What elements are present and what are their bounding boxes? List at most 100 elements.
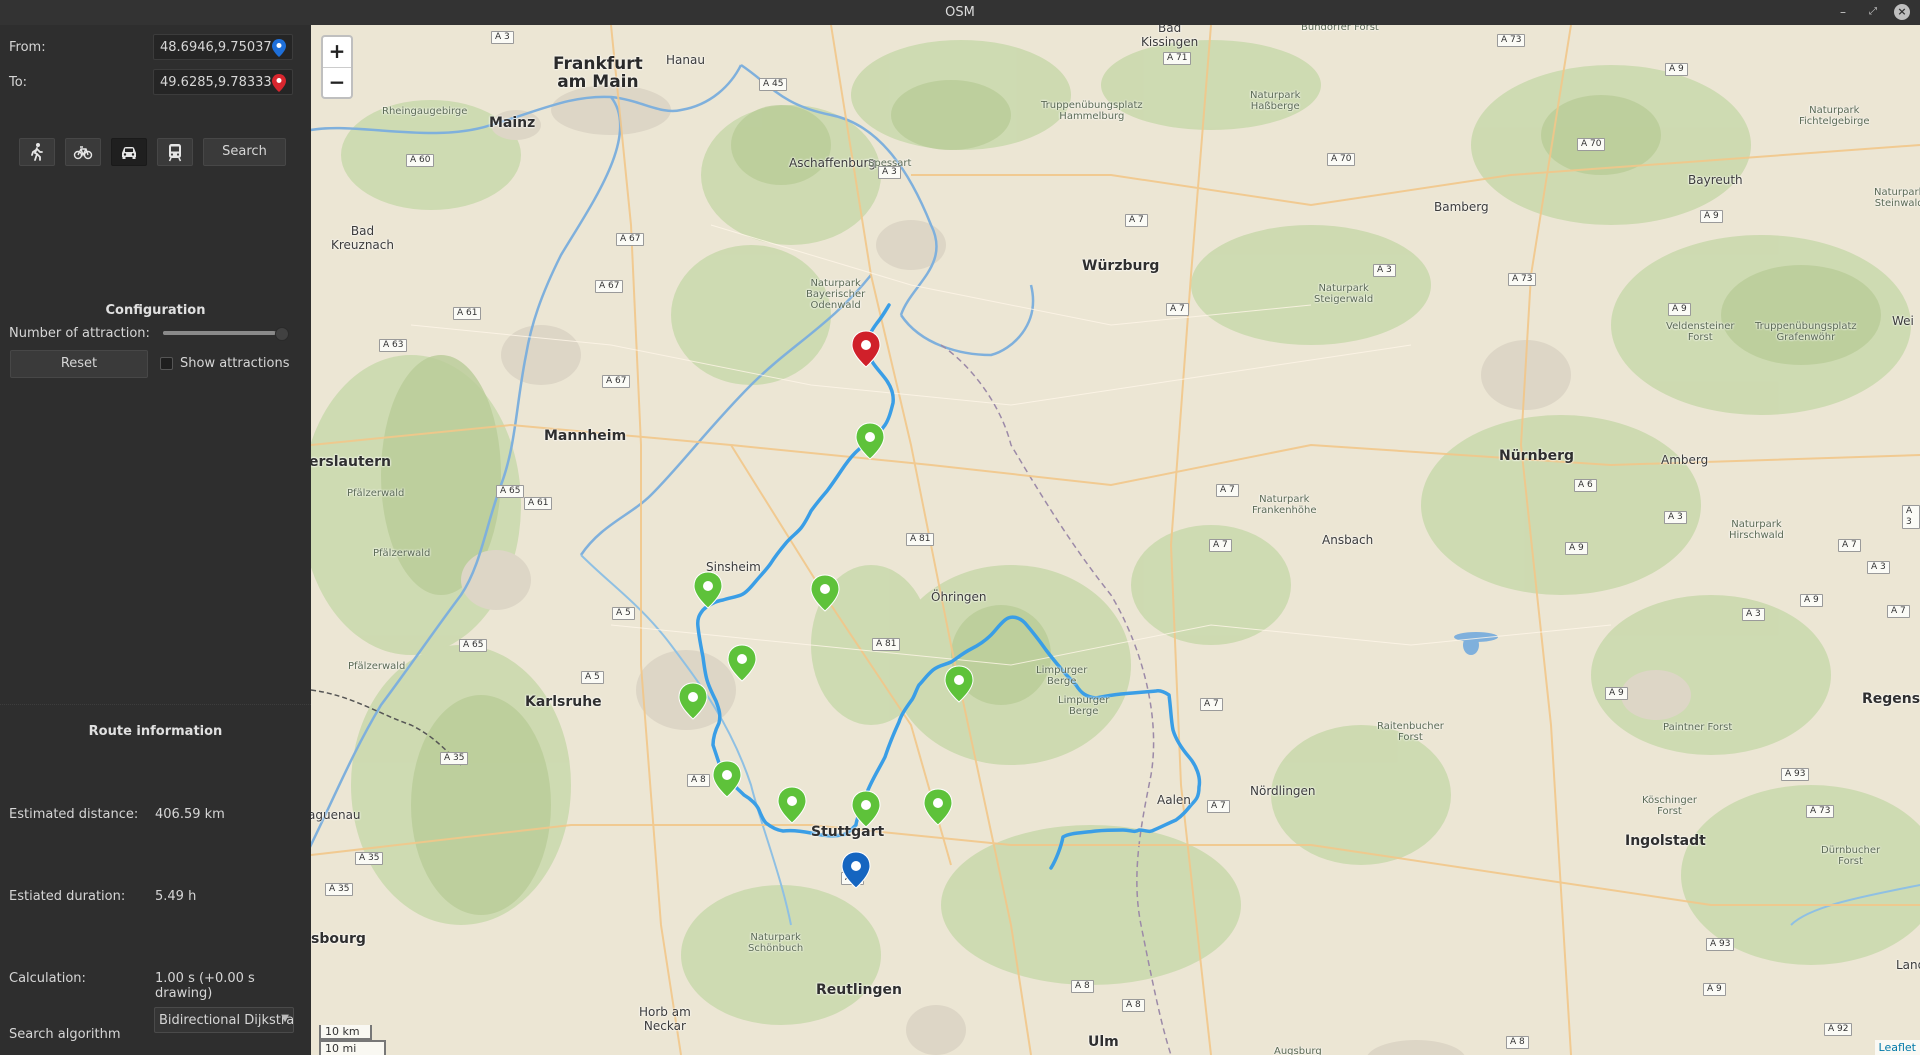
park-rheingau: Rheingaugebirge: [382, 106, 468, 117]
road-shield: A 63: [379, 339, 408, 352]
road-shield: A 45: [759, 78, 788, 91]
road-shield: A 93: [1781, 768, 1810, 781]
calculation-label: Calculation:: [9, 971, 86, 986]
zoom-out-button[interactable]: −: [323, 68, 351, 98]
park-bundorfer: Bundorfer Forst: [1301, 25, 1379, 33]
window-title: OSM: [945, 5, 975, 20]
park-steinwald: Naturpark Steinwald: [1874, 187, 1920, 209]
park-koschinger: Köschinger Forst: [1642, 795, 1697, 817]
walk-mode-button[interactable]: [19, 138, 55, 166]
park-pfaelzerwald-1: Pfälzerwald: [347, 488, 405, 499]
road-shield: A 8: [1506, 1036, 1529, 1049]
algorithm-select[interactable]: Bidirectional Dijkstra ▼: [154, 1007, 294, 1033]
chevron-down-icon: ▼: [281, 1013, 289, 1024]
scale-mi: 10 mi: [319, 1040, 386, 1055]
road-shield: A 81: [872, 638, 901, 651]
place-bamberg: Bamberg: [1434, 200, 1489, 214]
road-shield: A 7: [1887, 605, 1910, 618]
road-shield: A 9: [1668, 303, 1691, 316]
park-pfaelzerwald-2: Pfälzerwald: [373, 548, 431, 559]
place-aalen: Aalen: [1157, 793, 1191, 807]
map-tiles: [311, 25, 1920, 1055]
place-land: Land: [1896, 958, 1920, 972]
place-sinsheim: Sinsheim: [706, 560, 761, 574]
map-view[interactable]: Frankfurt am Main Mainz Hanau Aschaffenb…: [311, 25, 1920, 1055]
reset-button[interactable]: Reset: [10, 350, 148, 378]
car-mode-button[interactable]: [111, 138, 147, 166]
place-augsburg-fragment: Augsburg: [1274, 1046, 1322, 1055]
park-raitenbucher: Raitenbucher Forst: [1377, 721, 1444, 743]
bike-mode-button[interactable]: [65, 138, 101, 166]
road-shield: A 67: [595, 280, 624, 293]
park-grafenwoehr: Truppenübungsplatz Grafenwöhr: [1755, 321, 1857, 343]
park-limpurger-2: Limpurger Berge: [1058, 695, 1110, 717]
place-horb: Horb am Neckar: [639, 1005, 691, 1033]
park-veldensteiner: Veldensteiner Forst: [1666, 321, 1735, 343]
road-shield: A 3: [878, 166, 901, 179]
road-shield: A 61: [524, 497, 553, 510]
road-shield: A 9: [1800, 594, 1823, 607]
place-bad-kreuznach: Bad Kreuznach: [331, 224, 394, 252]
road-shield: A 65: [459, 639, 488, 652]
road-shield: A 70: [1577, 138, 1606, 151]
park-odenwald: Naturpark Bayerischer Odenwald: [806, 278, 866, 311]
from-input[interactable]: 48.6946,9.75037: [153, 34, 293, 60]
road-shield: A 70: [1327, 153, 1356, 166]
road-shield: A 3: [1742, 608, 1765, 621]
road-shield: A 60: [406, 154, 435, 167]
distance-value: 406.59 km: [155, 807, 225, 822]
place-bayreuth: Bayreuth: [1688, 173, 1743, 187]
maximize-button[interactable]: ⤢: [1865, 4, 1881, 20]
park-truppen-hammelburg: Truppenübungsplatz Hammelburg: [1041, 100, 1143, 122]
zoom-in-button[interactable]: +: [323, 37, 351, 68]
road-shield: A 67: [602, 375, 631, 388]
park-pfaelzerwald-3: Pfälzerwald: [348, 661, 406, 672]
park-schoenbuch: Naturpark Schönbuch: [748, 932, 804, 954]
road-shield: A 93: [1706, 938, 1735, 951]
park-hassberge: Naturpark Haßberge: [1250, 90, 1301, 112]
road-shield: A 9: [1605, 687, 1628, 700]
attribution-link[interactable]: Leaflet: [1874, 1040, 1920, 1055]
place-amberg: Amberg: [1661, 453, 1709, 467]
place-bad-kissingen: Bad Kissingen: [1141, 25, 1199, 49]
road-shield: A 8: [687, 774, 710, 787]
attractions-slider-handle[interactable]: [275, 327, 289, 341]
road-shield: A 3: [1867, 561, 1890, 574]
place-stuttgart: Stuttgart: [811, 824, 885, 840]
place-kaiserslautern: erslautern: [311, 454, 392, 470]
minimize-button[interactable]: –: [1835, 4, 1851, 20]
place-ingolstadt: Ingolstadt: [1625, 833, 1706, 849]
search-button[interactable]: Search: [203, 138, 286, 166]
road-shield: A 7: [1838, 539, 1861, 552]
road-shield: A 7: [1200, 698, 1223, 711]
place-haguenau: aguenau: [311, 808, 361, 822]
show-attractions-label[interactable]: Show attractions: [180, 356, 290, 371]
end-pin-icon: [272, 74, 286, 92]
algorithm-label: Search algorithm: [9, 1027, 121, 1042]
close-button[interactable]: ×: [1894, 4, 1910, 20]
park-paintner: Paintner Forst: [1663, 722, 1733, 733]
control-panel: From: 48.6946,9.75037 To: 49.6285,9.7833…: [0, 25, 312, 1055]
from-label: From:: [9, 40, 46, 55]
algorithm-value: Bidirectional Dijkstra: [159, 1013, 294, 1028]
show-attractions-checkbox[interactable]: [160, 357, 173, 370]
to-input[interactable]: 49.6285,9.78333: [153, 69, 293, 95]
road-shield: A 73: [1806, 805, 1835, 818]
road-shield: A 9: [1665, 63, 1688, 76]
road-shield: A 71: [1163, 52, 1192, 65]
scale-bar: 10 km 10 mi: [319, 1025, 386, 1055]
attractions-slider[interactable]: [163, 327, 289, 341]
to-label: To:: [9, 75, 28, 90]
distance-label: Estimated distance:: [9, 807, 139, 822]
road-shield: A 61: [453, 307, 482, 320]
park-frankenhoehe: Naturpark Frankenhöhe: [1252, 494, 1317, 516]
configuration-title: Configuration: [105, 303, 206, 318]
route-info-title: Route information: [88, 724, 223, 739]
park-fichtelgebirge: Naturpark Fichtelgebirge: [1799, 105, 1870, 127]
transit-icon: [168, 144, 182, 162]
transit-mode-button[interactable]: [157, 138, 193, 166]
place-oehringen: Öhringen: [931, 590, 987, 604]
road-shield: A 3: [1664, 511, 1687, 524]
title-bar: OSM – ⤢ ×: [0, 0, 1920, 26]
place-hanau: Hanau: [666, 53, 705, 67]
